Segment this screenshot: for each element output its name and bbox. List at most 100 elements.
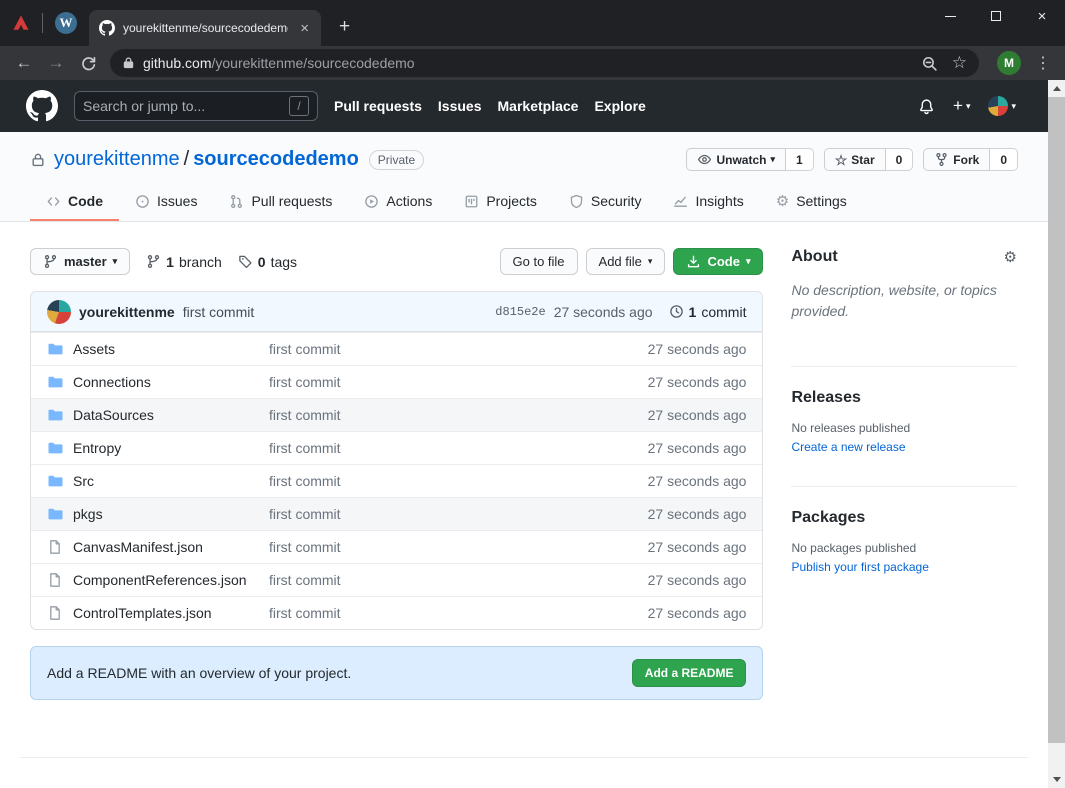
bookmark-star-icon[interactable]: ☆ [952, 53, 967, 73]
file-icon [47, 605, 63, 621]
commit-hash-link[interactable]: d815e2e [495, 305, 545, 319]
tab-issues[interactable]: Issues [119, 183, 213, 221]
github-search-box[interactable]: / [74, 91, 318, 121]
releases-title: Releases [791, 389, 860, 407]
about-title: About [791, 248, 837, 266]
forward-button[interactable]: → [42, 53, 70, 73]
tags-link[interactable]: 0tags [238, 254, 297, 270]
unwatch-button[interactable]: Unwatch ▾ [686, 148, 786, 171]
folder-icon [47, 407, 63, 423]
browser-window: W yourekittenme/sourcecodedemo × + × ← →… [0, 0, 1065, 788]
create-new-button[interactable]: + ▾ [953, 96, 970, 116]
window-maximize-button[interactable] [973, 0, 1019, 32]
pull-request-icon [229, 194, 244, 209]
tab-strip: W yourekittenme/sourcecodedemo × + × [0, 0, 1065, 46]
tab-insights[interactable]: Insights [657, 183, 759, 221]
star-count[interactable]: 0 [886, 148, 914, 171]
github-logo-icon[interactable] [26, 90, 58, 122]
window-minimize-button[interactable] [927, 0, 973, 32]
github-page: / Pull requests Issues Marketplace Explo… [0, 80, 1048, 788]
file-row[interactable]: CanvasManifest.json first commit 27 seco… [31, 530, 762, 563]
browser-menu-icon[interactable]: ⋮ [1035, 53, 1051, 73]
file-row[interactable]: Src first commit 27 seconds ago [31, 464, 762, 497]
zoom-icon[interactable] [921, 55, 938, 72]
tab-code[interactable]: Code [30, 183, 119, 221]
slash-key-hint: / [289, 96, 309, 116]
tab-projects[interactable]: Projects [448, 183, 553, 221]
add-file-button[interactable]: Add file▾ [586, 248, 666, 275]
watch-count[interactable]: 1 [786, 148, 814, 171]
branch-icon [146, 254, 161, 269]
shield-icon [569, 194, 584, 209]
maximize-icon [991, 11, 1001, 21]
tab-settings[interactable]: ⚙ Settings [760, 183, 863, 221]
star-button[interactable]: ☆ Star [824, 148, 886, 171]
search-input[interactable] [83, 98, 289, 114]
go-to-file-button[interactable]: Go to file [500, 248, 578, 275]
fork-count[interactable]: 0 [990, 148, 1018, 171]
fork-button-group: Fork 0 [923, 148, 1018, 171]
commit-message-link[interactable]: first commit [183, 304, 255, 320]
tab-pull-requests[interactable]: Pull requests [213, 183, 348, 221]
about-settings-gear-icon[interactable]: ⚙ [1004, 248, 1017, 266]
file-row[interactable]: Entropy first commit 27 seconds ago [31, 431, 762, 464]
notifications-bell-icon[interactable] [918, 98, 935, 115]
create-release-link[interactable]: Create a new release [791, 440, 905, 454]
fork-button[interactable]: Fork [923, 148, 990, 171]
chevron-down-icon: ▾ [770, 155, 775, 164]
packages-empty-text: No packages published [791, 541, 1017, 555]
readme-banner: Add a README with an overview of your pr… [30, 646, 763, 700]
commit-history-link[interactable]: 1commit [669, 304, 747, 320]
packages-title: Packages [791, 509, 865, 527]
lock-icon [122, 56, 135, 70]
publish-package-link[interactable]: Publish your first package [791, 560, 928, 574]
repo-name-link[interactable]: sourcecodedemo [193, 148, 359, 170]
repo-header: yourekittenme/sourcecodedemo Private Unw… [0, 132, 1048, 222]
file-row[interactable]: Connections first commit 27 seconds ago [31, 365, 762, 398]
pinned-tab-wordpress-icon[interactable]: W [55, 12, 77, 34]
issue-icon [135, 194, 150, 209]
tab-actions[interactable]: Actions [348, 183, 448, 221]
browser-profile-avatar[interactable]: M [997, 51, 1021, 75]
file-row[interactable]: DataSources first commit 27 seconds ago [31, 398, 762, 431]
reload-button[interactable] [74, 55, 102, 72]
code-download-button[interactable]: Code ▾ [673, 248, 763, 275]
file-row[interactable]: ControlTemplates.json first commit 27 se… [31, 596, 762, 629]
branch-selector[interactable]: master ▾ [30, 248, 130, 275]
github-nav: Pull requests Issues Marketplace Explore [334, 98, 646, 114]
packages-section: Packages No packages published Publish y… [791, 486, 1017, 594]
nav-pull-requests[interactable]: Pull requests [334, 98, 422, 114]
address-bar[interactable]: github.com/yourekittenme/sourcecodedemo … [110, 49, 979, 77]
new-tab-button[interactable]: + [331, 16, 358, 38]
tab-security[interactable]: Security [553, 183, 658, 221]
user-menu[interactable]: ▾ [988, 96, 1016, 116]
nav-explore[interactable]: Explore [594, 98, 645, 114]
page-scrollbar[interactable] [1048, 80, 1065, 788]
commit-author-link[interactable]: yourekittenme [79, 304, 175, 320]
nav-marketplace[interactable]: Marketplace [498, 98, 579, 114]
pinned-tab-red-logo-icon[interactable] [12, 14, 30, 32]
branch-icon [43, 254, 58, 269]
minimize-icon [945, 16, 956, 17]
nav-issues[interactable]: Issues [438, 98, 482, 114]
commit-author-avatar[interactable] [47, 300, 71, 324]
file-icon [47, 539, 63, 555]
scroll-up-arrow-icon[interactable] [1048, 80, 1065, 97]
file-icon [47, 572, 63, 588]
download-icon [686, 254, 701, 269]
scroll-down-arrow-icon[interactable] [1048, 771, 1065, 788]
file-row[interactable]: ComponentReferences.json first commit 27… [31, 563, 762, 596]
back-button[interactable]: ← [10, 53, 38, 73]
active-tab[interactable]: yourekittenme/sourcecodedemo × [89, 10, 321, 46]
visibility-badge: Private [369, 150, 424, 170]
scrollbar-thumb[interactable] [1048, 97, 1065, 743]
file-row[interactable]: pkgs first commit 27 seconds ago [31, 497, 762, 530]
github-favicon-icon [99, 20, 115, 36]
window-close-button[interactable]: × [1019, 0, 1065, 32]
tab-close-icon[interactable]: × [296, 20, 313, 37]
branches-link[interactable]: 1branch [146, 254, 222, 270]
folder-icon [47, 506, 63, 522]
repo-owner-link[interactable]: yourekittenme [54, 148, 180, 170]
file-row[interactable]: Assets first commit 27 seconds ago [31, 332, 762, 365]
add-readme-button[interactable]: Add a README [632, 659, 747, 687]
